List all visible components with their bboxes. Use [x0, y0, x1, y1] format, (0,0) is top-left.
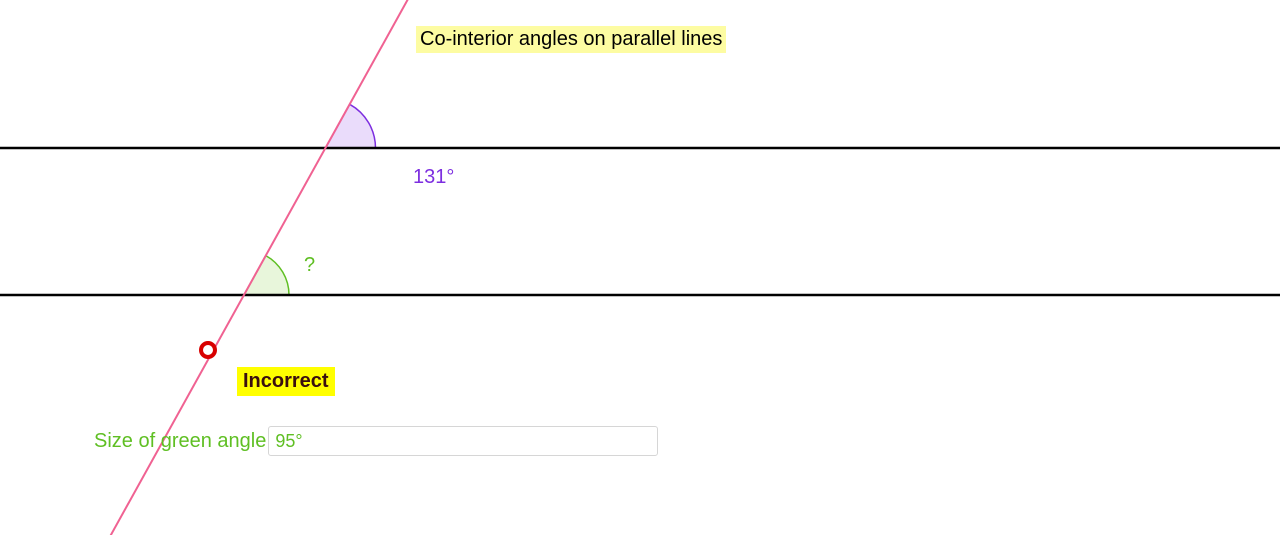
- answer-input-label: Size of green angle: [94, 430, 266, 453]
- feedback-badge: Incorrect: [237, 367, 335, 396]
- purple-angle-label: 131°: [413, 166, 454, 189]
- green-angle-label: ?: [304, 254, 315, 277]
- answer-input-row: Size of green angle: [94, 426, 658, 456]
- point-marker[interactable]: [201, 343, 215, 357]
- answer-input[interactable]: [268, 426, 658, 456]
- title-label: Co-interior angles on parallel lines: [416, 26, 726, 53]
- purple-angle-arc: [326, 104, 376, 148]
- green-angle-arc: [244, 256, 289, 295]
